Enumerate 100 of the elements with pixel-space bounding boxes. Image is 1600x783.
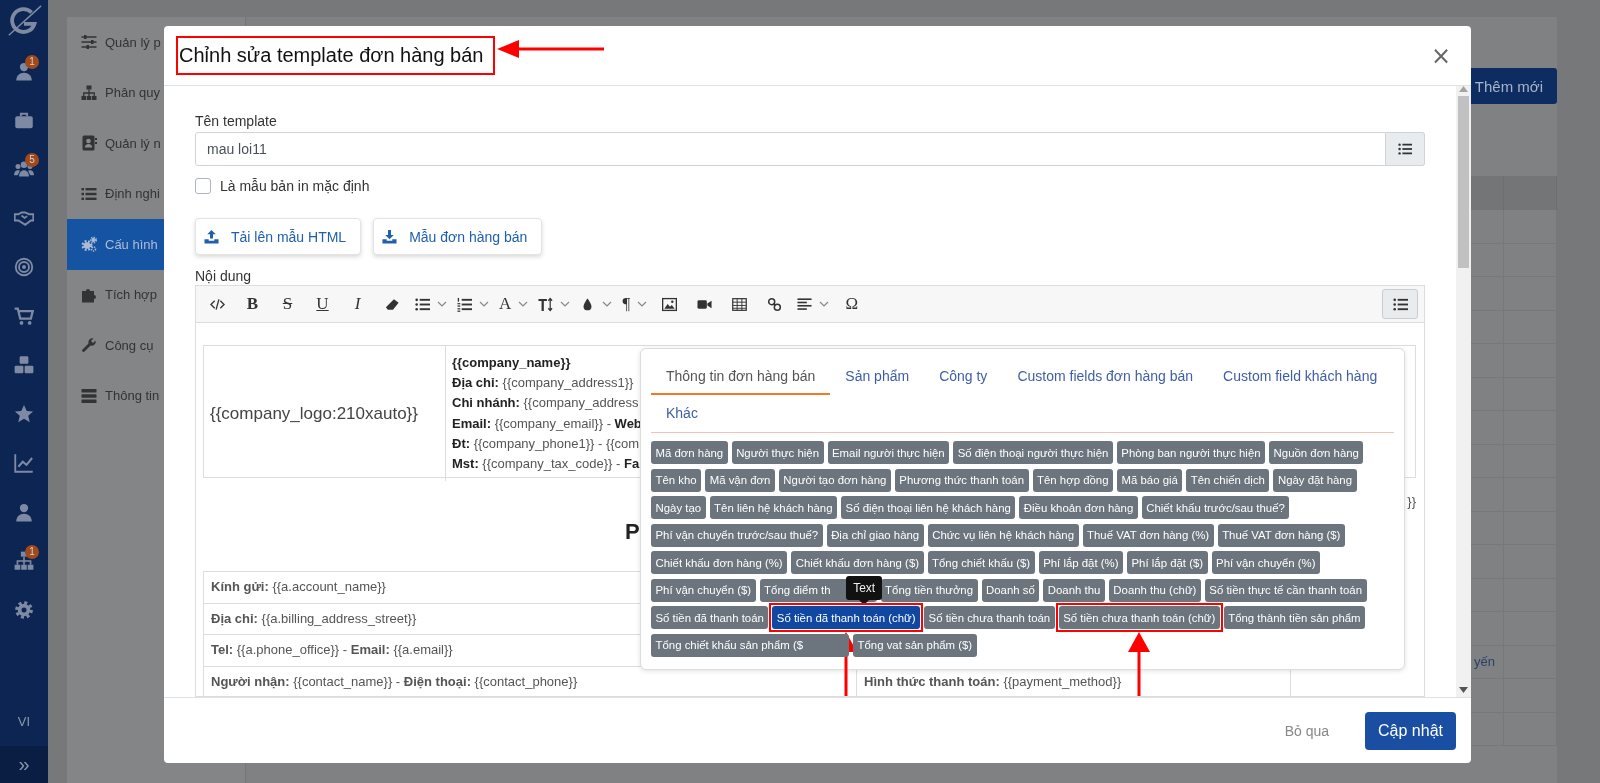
field-tag[interactable]: Ngày tạo (651, 496, 706, 519)
cubes-icon (14, 354, 34, 375)
field-tag[interactable]: Phí lắp đặt (%) (1038, 551, 1123, 574)
special-character-button[interactable]: Ω (834, 289, 870, 319)
table-icon (732, 296, 748, 312)
server-icon (81, 387, 97, 404)
tab[interactable]: Khác (651, 395, 713, 432)
strikethrough-button[interactable]: S (270, 289, 305, 319)
field-tag[interactable]: Số điện thoại người thực hiện (953, 441, 1113, 464)
field-tag[interactable]: Số tiền đã thanh toán (chữ) (772, 606, 921, 629)
field-list-button[interactable] (1386, 132, 1425, 166)
field-tag[interactable]: Tổng vat sản phẩm ($) (853, 633, 977, 657)
cart-icon (14, 305, 34, 326)
field-tag[interactable]: Email người thực hiện (827, 441, 950, 464)
caret-icon (518, 301, 529, 307)
scrollbar-thumb[interactable] (1458, 96, 1469, 268)
field-tag[interactable]: Chiết khấu đơn hàng ($) (791, 551, 924, 574)
field-tag[interactable]: Tổng chiết khấu ($) (927, 551, 1035, 574)
caret-icon (819, 301, 830, 307)
rich-text-editor[interactable] (195, 285, 1425, 697)
sample-template-button[interactable]: Mẫu đơn hàng bán (373, 218, 543, 255)
list-icon (81, 185, 97, 202)
tab[interactable]: Công ty (924, 358, 1003, 395)
field-tag[interactable]: Mã vận đơn (705, 468, 775, 492)
field-tag[interactable]: Người thực hiện (731, 441, 824, 464)
field-tag[interactable]: Tổng tiền thưởng (880, 578, 978, 602)
tab[interactable]: Sản phẩm (830, 358, 925, 395)
puzzle-icon (81, 286, 97, 303)
field-tag[interactable]: Phương thức thanh toán (894, 468, 1029, 492)
sitemap-icon (81, 84, 97, 101)
rail-item[interactable]: 5 (0, 144, 48, 193)
document-heading: P (625, 519, 640, 544)
field-tag[interactable]: Số tiền thực tế cần thanh toán (1204, 578, 1367, 602)
underline-button[interactable]: U (305, 289, 340, 319)
field-tag[interactable]: Số tiền chưa thanh toán (924, 606, 1055, 629)
field-tag[interactable]: Doanh thu (chữ) (1108, 578, 1201, 602)
expand-button[interactable]: » (0, 746, 48, 783)
field-tag[interactable]: Phòng ban người thực hiện (1116, 441, 1266, 464)
caret-icon (602, 301, 613, 307)
company-info-text: Đt: {{company_phone1}} - {{com (452, 434, 640, 453)
rail-item[interactable]: 1 (0, 536, 48, 585)
table-cell-text: Địa chỉ: {{a.billing_address_street}} (211, 610, 417, 626)
field-label: Nội dung (195, 267, 253, 285)
field-tag[interactable]: Doanh thu (1043, 578, 1105, 602)
company-info-text: Địa chỉ: {{company_address1}} (452, 374, 634, 393)
field-tag[interactable]: Tổng thành tiền sản phẩm (1223, 606, 1366, 629)
close-button[interactable]: × (1426, 41, 1455, 70)
rail-item[interactable]: 1 (0, 46, 48, 95)
tab[interactable]: Custom fields đơn hàng bán (1002, 358, 1209, 395)
field-tag[interactable]: Thuế VAT đơn hàng (%) (1082, 523, 1214, 547)
field-tag[interactable]: Tổng chiết khấu sản phẩm ($ (651, 633, 850, 657)
language-code[interactable]: VI (17, 702, 31, 742)
field-tag[interactable]: Địa chỉ giao hàng (826, 523, 924, 547)
download-icon (382, 229, 398, 244)
field-tag[interactable]: Tên kho (651, 468, 702, 492)
field-tag[interactable]: Tên liên hệ khách hàng (709, 496, 838, 519)
field-tag[interactable]: Số điện thoại liên hệ khách hàng (841, 496, 1016, 519)
update-button[interactable]: Cập nhật (1365, 711, 1456, 750)
gears-icon (81, 236, 97, 253)
scroll-down-icon[interactable] (1459, 687, 1468, 693)
annotation-arrow (1128, 632, 1151, 696)
field-tag[interactable]: Tên chiến dịch (1186, 468, 1270, 492)
font-size-icon (538, 296, 554, 312)
field-tag[interactable]: Chức vụ liên hệ khách hàng (927, 523, 1079, 547)
field-tag[interactable]: Điều khoản đơn hàng (1019, 496, 1138, 519)
field-tag[interactable]: Mã đơn hàng (651, 441, 728, 464)
cancel-button[interactable]: Bỏ qua (1278, 721, 1336, 740)
field-tag[interactable]: Nguồn đơn hàng (1269, 441, 1364, 464)
tooltip-pointer-icon (859, 600, 870, 605)
paragraph-button[interactable]: ¶ (617, 289, 653, 319)
table-cell-text: Tel: {{a.phone_office}} - Email: {{a.email}} (211, 642, 453, 657)
field-tag[interactable]: Doanh số (981, 578, 1040, 602)
field-tag[interactable]: Phí vận chuyển ($) (651, 578, 756, 602)
table-cell-text: Kính gửi: {{a.account_name}} (211, 579, 386, 594)
field-tag[interactable]: Số tiền đã thanh toán (651, 606, 769, 629)
field-tag[interactable]: Người tạo đơn hàng (778, 468, 891, 492)
wrench-icon (81, 337, 97, 354)
field-tag[interactable]: Số tiền chưa thanh toán (chữ) (1058, 606, 1220, 629)
field-tag[interactable]: Tên hợp đồng (1032, 468, 1113, 492)
bold-button[interactable]: B (235, 289, 270, 319)
tab[interactable]: Custom field khách hàng (1208, 358, 1393, 395)
tab[interactable]: Thông tin đơn hàng bán (651, 358, 831, 395)
italic-button[interactable]: I (340, 289, 375, 319)
field-tag[interactable]: Phí vận chuyển trước/sau thuế? (651, 523, 823, 547)
upload-html-button[interactable]: Tải lên mẫu HTML (195, 218, 362, 255)
field-tag[interactable]: Chiết khấu trước/sau thuế? (1141, 496, 1290, 519)
checkbox[interactable] (195, 178, 211, 194)
company-name-text: {{company_name}} (452, 354, 571, 372)
field-tag[interactable]: Thuế VAT đơn hàng ($) (1217, 523, 1345, 547)
link-icon (767, 296, 783, 312)
font-button[interactable]: A (494, 289, 534, 319)
field-tag[interactable]: Mã báo giá (1116, 468, 1183, 492)
field-list-button[interactable] (1382, 289, 1418, 319)
scrollbar[interactable] (1456, 86, 1471, 697)
field-tag[interactable]: Phí lắp đặt ($) (1127, 551, 1208, 574)
template-name-field[interactable]: mau loi11 (195, 132, 1386, 166)
field-tag[interactable]: Ngày đặt hàng (1273, 468, 1357, 492)
field-tag[interactable]: Phí vận chuyển (%) (1211, 551, 1320, 574)
field-tag[interactable]: Chiết khấu đơn hàng (%) (651, 551, 788, 574)
numbered-list-icon (457, 296, 472, 312)
